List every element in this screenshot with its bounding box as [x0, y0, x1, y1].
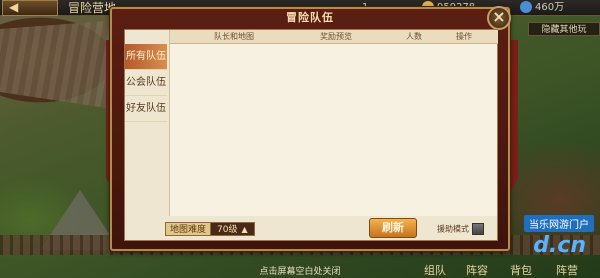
caret-up-icon: ▲ — [241, 225, 248, 234]
filter-value-text: 70级 — [217, 225, 238, 235]
dialog-panel: 所有队伍 公会队伍 好友队伍 队长和地图 奖励预览 人数 操作 地图难度 70级 ▲… — [124, 29, 498, 241]
filter-value-select[interactable]: 70级 ▲ — [210, 222, 255, 236]
hide-other-players-toggle[interactable]: 隐藏其他玩 — [528, 22, 600, 36]
resource-c-value: 460万 — [535, 2, 565, 13]
refresh-button[interactable]: 刷新 — [369, 218, 417, 238]
dialog-title: 冒险队伍 — [286, 11, 334, 24]
back-button[interactable]: ◀ — [2, 0, 58, 16]
tab-guild-teams[interactable]: 公会队伍 — [125, 70, 167, 96]
column-header-action: 操作 — [456, 32, 472, 41]
watermark-line2: d.cn — [533, 233, 586, 258]
team-list: 队长和地图 奖励预览 人数 操作 — [169, 30, 498, 216]
assist-mode-label: 援助模式 — [437, 224, 469, 234]
close-icon[interactable]: × — [487, 6, 511, 30]
adventure-team-dialog: 冒险队伍 × 所有队伍 公会队伍 好友队伍 队长和地图 奖励预览 人数 操作 地… — [110, 6, 511, 251]
gem-icon — [520, 1, 532, 13]
nav-lineup[interactable]: 阵容 — [466, 262, 488, 278]
assist-mode-checkbox[interactable] — [472, 223, 484, 235]
watermark-line1: 当乐网游门户 — [524, 215, 594, 232]
tab-friend-teams[interactable]: 好友队伍 — [125, 96, 167, 122]
watermark: 当乐网游门户 d.cn — [506, 215, 594, 265]
cliff-decoration — [0, 20, 120, 110]
tab-all-teams[interactable]: 所有队伍 — [125, 44, 167, 70]
filter-label: 地图难度 — [165, 222, 212, 236]
column-header-reward: 奖励预览 — [320, 32, 352, 41]
column-header-leader-map: 队长和地图 — [214, 32, 254, 41]
team-list-header: 队长和地图 奖励预览 人数 操作 — [170, 30, 498, 44]
map-difficulty-filter[interactable]: 地图难度 70级 ▲ — [165, 222, 255, 236]
column-header-count: 人数 — [406, 32, 422, 41]
assist-mode-toggle[interactable]: 援助模式 — [437, 223, 484, 236]
team-tabs: 所有队伍 公会队伍 好友队伍 — [125, 44, 167, 122]
scene-title: 冒险营地 — [68, 1, 117, 15]
nav-team[interactable]: 组队 — [424, 262, 446, 278]
resource-c: 460万 — [520, 1, 564, 15]
